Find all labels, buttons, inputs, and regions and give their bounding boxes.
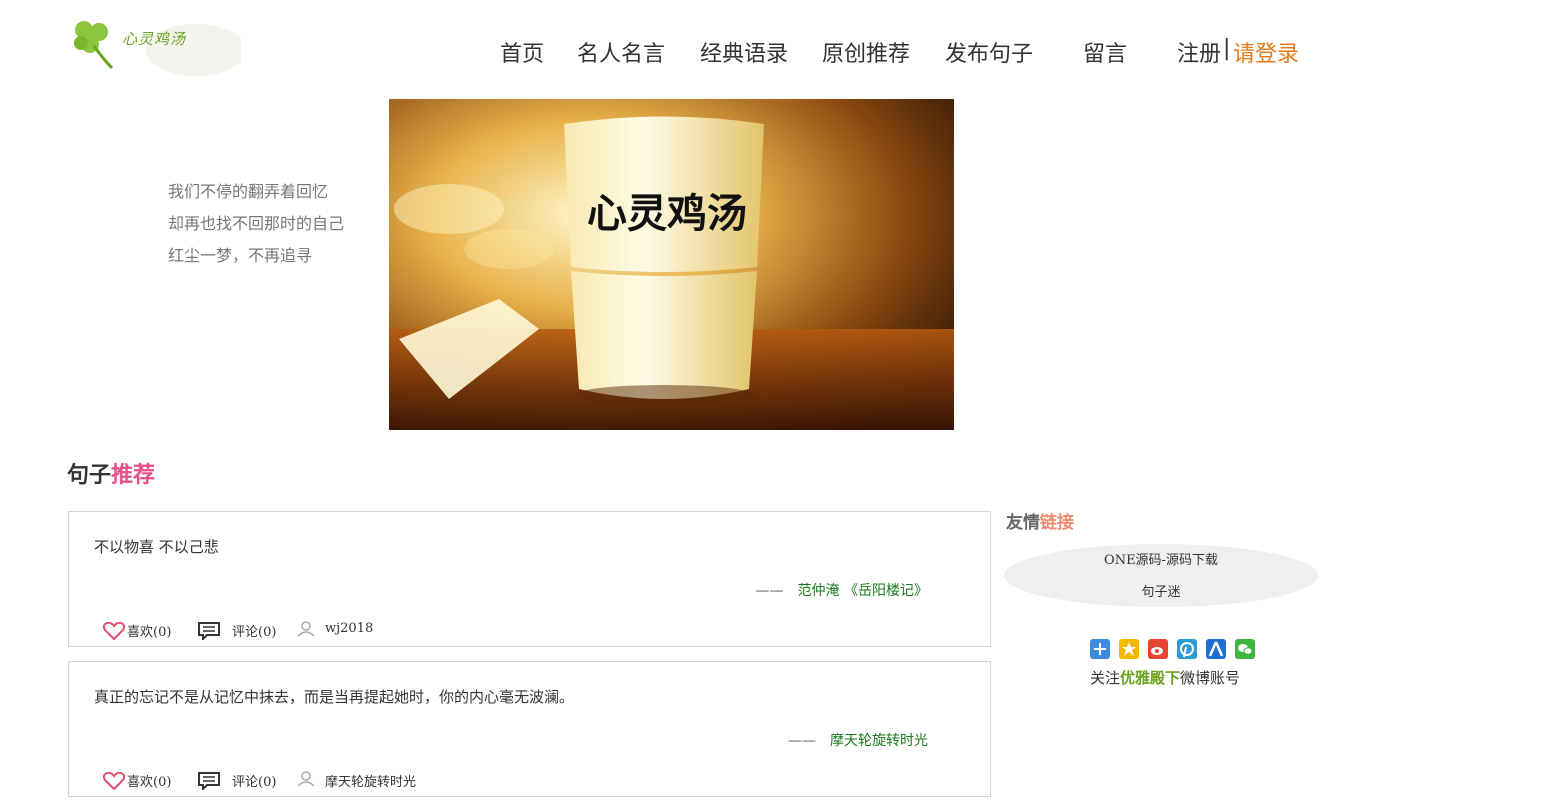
friend-links: ONE源码-源码下载 句子迷 (1004, 544, 1318, 607)
user-icon (297, 771, 315, 787)
site-logo[interactable]: 心灵鸡汤 (66, 10, 241, 76)
comment-button[interactable]: 评论(0) (232, 771, 276, 790)
nav-item-home[interactable]: 首页 (500, 36, 544, 68)
register-link[interactable]: 注册 (1177, 36, 1221, 68)
nav-item-message[interactable]: 留言 (1083, 36, 1127, 68)
like-button[interactable]: 喜欢(0) (127, 771, 171, 790)
post-source[interactable]: —— 范仲淹 《岳阳楼记》 (756, 580, 928, 600)
heart-icon[interactable] (103, 622, 125, 640)
nav-separator: | (1223, 36, 1231, 61)
logo-text: 心灵鸡汤 (122, 30, 187, 48)
follow-weibo[interactable]: 关注优雅殿下微博账号 (1090, 667, 1240, 688)
banner-caption: 心灵鸡汤 (587, 190, 747, 237)
login-link[interactable]: 请登录 (1233, 36, 1299, 68)
nav-item-famous-quotes[interactable]: 名人名言 (577, 36, 665, 68)
source-dash: —— (788, 733, 816, 749)
pinterest-icon[interactable] (1177, 639, 1197, 659)
section-title: 句子推荐 (67, 457, 155, 489)
wechat-icon[interactable] (1235, 639, 1255, 659)
post-text: 不以物喜 不以己悲 (94, 538, 219, 556)
nav-item-original[interactable]: 原创推荐 (822, 36, 910, 68)
author-link[interactable]: wj2018 (325, 621, 373, 636)
post-card: 不以物喜 不以己悲 —— 范仲淹 《岳阳楼记》 喜欢(0) 评论(0) wj201… (68, 511, 991, 647)
post-card: 真正的忘记不是从记忆中抹去，而是当再提起她时，你的内心毫无波澜。 —— 摩天轮旋转… (68, 661, 991, 797)
renren-icon[interactable] (1206, 639, 1226, 659)
follow-prefix: 关注 (1090, 669, 1121, 687)
post-text: 真正的忘记不是从记忆中抹去，而是当再提起她时，你的内心毫无波澜。 (94, 688, 575, 706)
banner-image: 心灵鸡汤 (389, 99, 954, 430)
source-dash: —— (755, 583, 784, 599)
friend-links-title: 友情链接 (1006, 508, 1074, 533)
like-button[interactable]: 喜欢(0) (127, 621, 171, 640)
friend-link[interactable]: 句子迷 (1004, 581, 1318, 600)
comment-icon[interactable] (198, 772, 220, 790)
slogan-line: 我们不停的翻弄着回忆 (168, 182, 329, 201)
comment-icon[interactable] (198, 622, 220, 640)
weibo-icon[interactable] (1148, 639, 1168, 659)
heart-icon[interactable] (103, 772, 125, 790)
slogan-line: 却再也找不回那时的自己 (168, 214, 345, 233)
source-name: 范仲淹 《岳阳楼记》 (797, 583, 928, 599)
source-name: 摩天轮旋转时光 (830, 733, 928, 749)
friend-links-title-accent: 链接 (1040, 513, 1074, 533)
section-title-part: 句子 (67, 463, 112, 488)
comment-button[interactable]: 评论(0) (232, 621, 276, 640)
user-icon (297, 621, 315, 637)
follow-account-name: 优雅殿下 (1120, 669, 1181, 687)
section-title-accent: 推荐 (111, 463, 156, 488)
qzone-icon[interactable] (1119, 639, 1139, 659)
nav-item-classic-quotes[interactable]: 经典语录 (700, 36, 788, 68)
slogan: 我们不停的翻弄着回忆 却再也找不回那时的自己 红尘一梦，不再追寻 (168, 176, 344, 272)
author-link[interactable]: 摩天轮旋转时光 (325, 771, 416, 790)
slogan-line: 红尘一梦，不再追寻 (168, 246, 313, 265)
post-source[interactable]: —— 摩天轮旋转时光 (788, 730, 928, 750)
follow-suffix: 微博账号 (1180, 669, 1241, 687)
friend-links-title-part: 友情 (1006, 513, 1040, 533)
friend-link[interactable]: ONE源码-源码下载 (1004, 549, 1318, 568)
nav-item-publish[interactable]: 发布句子 (945, 36, 1033, 68)
plus-icon[interactable] (1090, 639, 1110, 659)
